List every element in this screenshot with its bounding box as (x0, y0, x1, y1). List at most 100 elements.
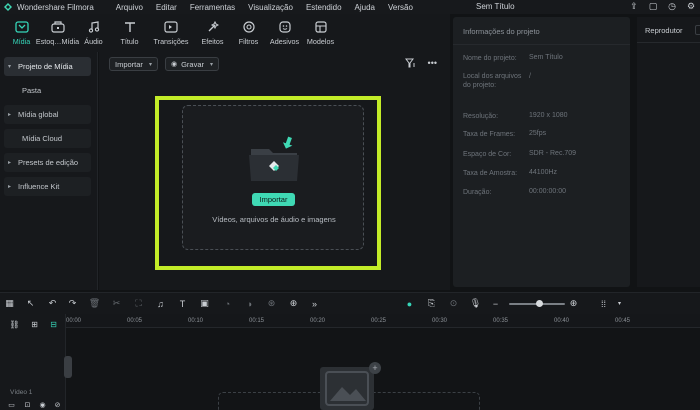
cut-icon[interactable]: ✂ (111, 298, 122, 309)
ruler-tick: 00:35 (493, 318, 509, 324)
tab-stickers[interactable]: Adesivos (270, 14, 299, 46)
tab-stock-media[interactable]: Estoq…Mídia (36, 14, 79, 46)
chevron-down-icon[interactable]: ▾ (614, 298, 625, 309)
ruler-tick: 00:05 (127, 318, 143, 324)
crop-frame-icon[interactable]: ▣ (199, 298, 210, 309)
auto-reframe-icon[interactable]: ⊕ (288, 298, 299, 309)
tab-audio[interactable]: Áudio (79, 14, 108, 46)
track-mute-icon[interactable]: ⊘ (52, 399, 63, 410)
tab-title[interactable]: Título (115, 14, 144, 46)
menu-editar[interactable]: Editar (156, 3, 177, 12)
share-icon[interactable]: ⇪ (629, 1, 639, 11)
info-label-colorspace: Espaço de Cor: (463, 151, 512, 158)
media-library: Importar ▾ ◉ Gravar ▾ ••• Importar Vídeo… (99, 52, 450, 290)
ruler-tick: 00:00 (66, 318, 82, 324)
project-info-title: Informações do projeto (463, 27, 540, 36)
ai-assistant-icon[interactable]: ● (404, 298, 415, 309)
player-quality-button[interactable] (695, 25, 700, 35)
ai-tools-icon[interactable]: ⊛ (266, 298, 277, 309)
chevron-right-icon: ▸ (8, 112, 12, 118)
sidebar-item-influence-kit[interactable]: ▸ Influence Kit (4, 177, 91, 196)
divider (453, 44, 630, 45)
layout-icon[interactable]: ▢ (648, 1, 658, 11)
sidebar-item-presets-de-edicao[interactable]: ▸ Presets de edição (4, 153, 91, 172)
info-label-resolution: Resolução: (463, 113, 499, 120)
timeline-ruler[interactable]: 00:00 00:05 00:10 00:15 00:20 00:25 00:3… (66, 314, 700, 328)
add-icon[interactable]: + (369, 362, 381, 374)
ruler-tick: 00:45 (615, 318, 631, 324)
tab-transitions[interactable]: Transições (151, 14, 191, 46)
tab-effects[interactable]: Efeitos (198, 14, 227, 46)
track-lock-icon[interactable]: ⊡ (22, 399, 33, 410)
track-folder-icon[interactable]: ▭ (6, 399, 17, 410)
ruler-tick: 00:20 (310, 318, 326, 324)
tab-filters[interactable]: Filtros (234, 14, 263, 46)
microphone-icon[interactable]: 🎙 (470, 298, 481, 309)
media-sidebar: ▾ Projeto de Mídia Pasta ▸ Mídia global … (0, 52, 98, 290)
sidebar-item-pasta[interactable]: Pasta (4, 81, 91, 100)
info-value-colorspace: SDR - Rec.709 (529, 150, 577, 157)
undo-icon[interactable]: ↶ (47, 298, 58, 309)
color-icon[interactable]: ◑ (244, 298, 255, 309)
tab-media[interactable]: Mídia (7, 14, 36, 46)
app-name: Wondershare Filmora (17, 2, 94, 12)
tab-templates[interactable]: Modelos (306, 14, 335, 46)
zoom-in-icon[interactable]: ⊕ (568, 298, 579, 309)
effects-icon (205, 20, 221, 34)
speed-icon[interactable]: ◔ (222, 298, 233, 309)
info-label-framerate: Taxa de Frames: (463, 131, 516, 138)
chevron-right-icon: ▸ (8, 184, 12, 190)
panel-resize-handle[interactable] (64, 356, 72, 378)
info-value-framerate: 25fps (529, 130, 547, 137)
filter-sort-icon[interactable] (404, 58, 416, 70)
link-icon[interactable]: ⛓ (9, 319, 20, 330)
text-icon[interactable]: T (177, 298, 188, 309)
redo-icon[interactable]: ↷ (67, 298, 78, 309)
folder-import-icon (249, 136, 299, 181)
audio-detach-icon[interactable]: ♫ (155, 298, 166, 309)
chevron-down-icon: ▾ (148, 61, 152, 68)
sidebar-item-midia-global[interactable]: ▸ Mídia global (4, 105, 91, 124)
stock-media-icon (50, 20, 66, 34)
more-options-icon[interactable]: ••• (428, 58, 437, 70)
delete-icon[interactable]: 🗑 (89, 298, 100, 309)
menu-arquivo[interactable]: Arquivo (116, 3, 143, 12)
import-button[interactable]: Importar (252, 193, 295, 206)
sidebar-item-projeto-de-midia[interactable]: ▾ Projeto de Mídia (4, 57, 91, 76)
zoom-out-icon[interactable]: − (490, 298, 501, 309)
crop-icon[interactable]: ⛶ (133, 298, 144, 309)
marker-icon[interactable]: ⊙ (448, 298, 459, 309)
snapshot-icon[interactable]: ⎘ (426, 298, 437, 309)
menu-estendido[interactable]: Estendido (306, 3, 342, 12)
magnet-icon[interactable]: ⊟ (48, 319, 59, 330)
ruler-tick: 00:10 (188, 318, 204, 324)
import-dropdown[interactable]: Importar ▾ (109, 57, 158, 71)
menu-ajuda[interactable]: Ajuda (355, 3, 375, 12)
add-track-icon[interactable]: ⊞ (29, 319, 40, 330)
info-label-name: Nome do projeto: (463, 55, 517, 62)
project-info-panel: Informações do projeto Nome do projeto: … (453, 17, 630, 287)
sidebar-item-midia-cloud[interactable]: Mídia Cloud (4, 129, 91, 148)
menu-visualizacao[interactable]: Visualização (248, 3, 293, 12)
ruler-tick: 00:40 (554, 318, 570, 324)
filters-icon (241, 20, 257, 34)
record-dropdown[interactable]: ◉ Gravar ▾ (164, 57, 219, 71)
info-label-samplerate: Taxa de Amostra: (463, 170, 518, 177)
notification-icon[interactable]: ◷ (667, 1, 677, 11)
info-label-location: Local dos arquivos do projeto: (463, 73, 522, 89)
layout-grid-icon[interactable]: ▦ (4, 298, 15, 309)
track-settings-icon[interactable]: ⁞⁞ (598, 298, 609, 309)
chevron-down-icon: ▾ (209, 61, 213, 68)
menu-versao[interactable]: Versão (388, 3, 413, 12)
select-cursor-icon[interactable]: ↖ (25, 298, 36, 309)
player-panel: Reprodutor (637, 17, 700, 287)
filmora-logo-icon (3, 2, 13, 12)
menu-ferramentas[interactable]: Ferramentas (190, 3, 235, 12)
settings-icon[interactable]: ⚙ (686, 1, 696, 11)
templates-icon (313, 20, 329, 34)
media-drop-zone[interactable]: Importar Vídeos, arquivos de áudio e ima… (182, 105, 364, 250)
more-tools-icon[interactable]: » (309, 298, 320, 309)
zoom-slider-knob[interactable] (536, 300, 543, 307)
info-value-name: Sem Título (529, 54, 563, 61)
track-visible-icon[interactable]: ◉ (37, 399, 48, 410)
